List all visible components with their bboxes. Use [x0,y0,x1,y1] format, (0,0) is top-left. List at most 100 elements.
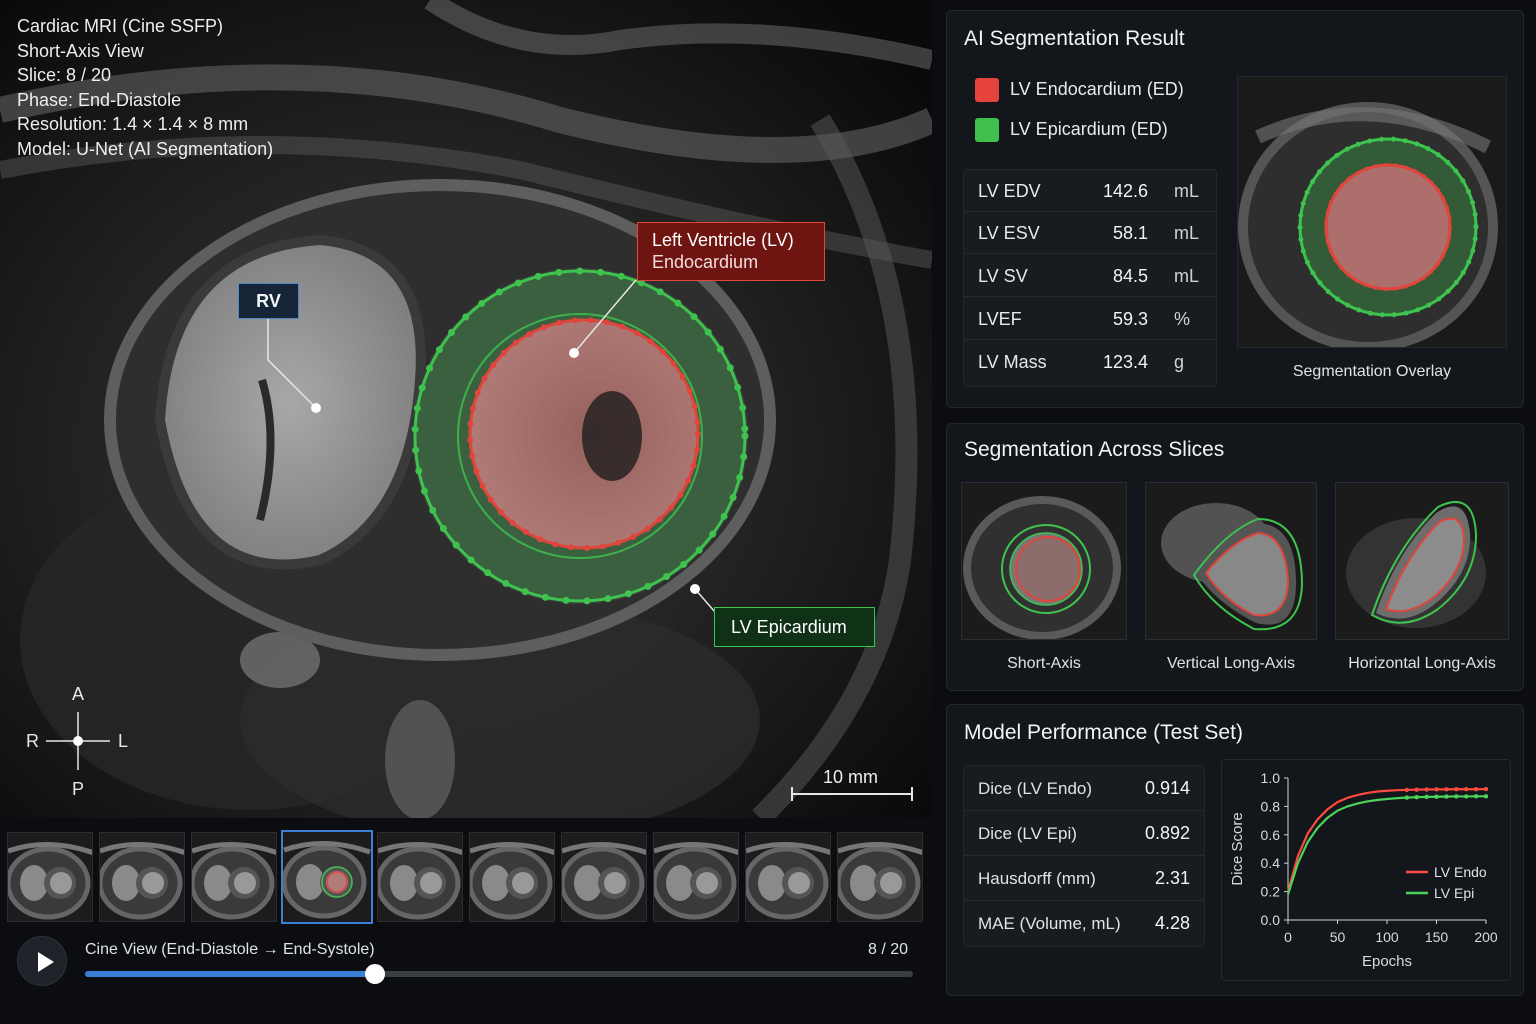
slice-thumbnail[interactable] [377,832,463,922]
dice-training-chart: 0.0 0.2 0.4 0.6 0.8 1.0 0 50 100 150 200 Epochs Dice… [1221,759,1511,981]
metric-unit: g [1174,352,1185,372]
info-view: Short-Axis View [17,40,144,61]
cine-frame-counter: 8 / 20 [868,941,909,958]
cine-controls: Cine View (End-Diastole → End-Systole) 8… [0,928,932,1024]
cine-slider-fill [85,971,375,977]
volume-metrics-table: LV EDV 142.6 mL LV ESV 58.1 mL LV SV 84.5 mL L… [963,169,1217,387]
lv-label-title: Left Ventricle (LV) [652,230,794,250]
info-model: Model: U-Net (AI Segmentation) [17,138,274,159]
mri-viewer[interactable]: Cardiac MRI (Cine SSFP) Short-Axis View … [0,0,932,818]
metric-row: LVEF 59.3% [964,298,1216,340]
performance-metric-name: Hausdorff (mm) [978,869,1096,888]
metric-value: 58.1 [1112,223,1148,243]
metric-row: LV EDV 142.6 mL [964,170,1216,212]
play-button[interactable] [17,936,67,986]
segmentation-overlay-image[interactable] [1237,76,1507,348]
legend-swatch-epi [975,118,999,142]
series-point [1473,787,1479,792]
metric-row: LV ESV 58.1 mL [964,212,1216,254]
y-tick-label: 0.2 [1261,884,1281,900]
slice-thumbnail[interactable] [191,832,277,922]
series-point [1444,787,1449,792]
metric-name: LV Mass [978,352,1047,372]
x-axis-label: Epochs [1362,953,1412,970]
horizontal-long-axis-image[interactable] [1335,482,1509,640]
slice-thumbnail[interactable] [837,832,923,922]
metric-name: LVEF [978,309,1022,329]
performance-metric-name: MAE (Volume, mL) [978,914,1121,933]
performance-table: Dice (LV Endo) 0.914 Dice (LV Epi) 0.892 H… [963,765,1205,947]
vertical-long-axis-caption: Vertical Long-Axis [1166,655,1296,672]
slice-thumbnail[interactable] [745,832,831,922]
vertical-long-axis-image[interactable] [1145,482,1317,640]
info-modality: Cardiac MRI (Cine SSFP) [17,16,224,36]
scale-bar-label: 10 mm [823,767,879,787]
slice-thumbnail-strip [0,818,932,928]
performance-metric-name: Dice (LV Epi) [978,824,1077,843]
performance-row: Dice (LV Epi) 0.892 [964,811,1204,856]
info-phase: Phase: End-Diastole [17,89,182,110]
slice-thumbnail[interactable] [469,832,555,922]
performance-metric-value: 0.914 [1144,778,1190,798]
x-tick-label: 0 [1284,929,1292,945]
y-tick-label: 0.4 [1261,855,1281,871]
orientation-posterior: P [72,779,85,799]
rv-label: RV [238,283,299,319]
y-tick-label: 1.0 [1261,770,1281,786]
dice-chart-svg: 0.0 0.2 0.4 0.6 0.8 1.0 0 50 100 150 200 Epochs Dice… [1229,770,1498,970]
series-point [1483,786,1489,792]
model-performance-title: Model Performance (Test Set) [964,721,1243,744]
metric-unit: % [1174,309,1191,329]
slice-thumbnail[interactable] [7,832,93,922]
slice-thumbnail[interactable] [99,832,185,922]
metric-name: LV SV [978,266,1028,286]
metric-unit: mL [1174,223,1200,243]
y-tick-label: 0.0 [1261,912,1281,928]
performance-row: MAE (Volume, mL) 4.28 [964,901,1204,946]
info-slice: Slice: 8 / 20 [17,65,112,86]
series-point [1424,794,1429,800]
cine-slider-handle[interactable] [364,964,385,984]
metric-row: LV SV 84.5 mL [964,255,1216,297]
series-point [1414,787,1419,792]
metric-row: LV Mass 123.4 g [964,341,1216,383]
performance-metric-value: 0.892 [1144,823,1190,843]
x-tick-label: 50 [1330,929,1346,945]
short-axis-image[interactable] [961,482,1127,640]
series-point [1434,794,1439,799]
orientation-right: R [26,731,39,751]
series-point [1404,787,1409,793]
legend-label-endo: LV Endocardium (ED) [1010,78,1184,99]
slices-panel: Segmentation Across Slices Short-Axis Ve… [946,423,1524,691]
segmentation-overlay-caption: Segmentation Overlay [1292,363,1452,380]
info-resolution: Resolution: 1.4 × 1.4 × 8 mm [17,114,249,135]
y-tick-label: 0.8 [1261,798,1281,814]
metric-value: 59.3 [1112,309,1148,329]
cine-slider[interactable] [85,964,913,984]
slice-thumbnail[interactable] [281,830,373,924]
lv-epicardium-label: LV Epicardium [714,607,875,647]
legend-label: LV Epi [1434,885,1474,901]
segmentation-result-title: AI Segmentation Result [964,27,1185,50]
y-axis-label: Dice Score [1229,812,1246,885]
lv-label-sub: Endocardium [652,252,759,272]
slice-thumbnail[interactable] [653,832,739,922]
slice-thumbnail[interactable] [561,832,647,922]
series-point [1473,794,1479,799]
legend-label: LV Endo [1434,864,1487,880]
performance-metric-name: Dice (LV Endo) [978,779,1093,798]
series-point [1424,787,1429,792]
metric-unit: mL [1174,266,1200,286]
performance-metric-value: 2.31 [1154,868,1190,888]
performance-row: Hausdorff (mm) 2.31 [964,856,1204,901]
series-point [1434,787,1439,792]
lv-endocardium-label: Left Ventricle (LV) Endocardium [637,222,825,281]
legend-label-epi: LV Epicardium (ED) [1010,118,1168,139]
series-point [1444,794,1449,799]
metric-value: 123.4 [1102,352,1148,372]
performance-row: Dice (LV Endo) 0.914 [964,766,1204,811]
orientation-left: L [118,731,129,751]
short-axis-caption: Short-Axis [1007,655,1081,672]
slices-title: Segmentation Across Slices [964,438,1225,461]
series-point [1414,794,1419,800]
